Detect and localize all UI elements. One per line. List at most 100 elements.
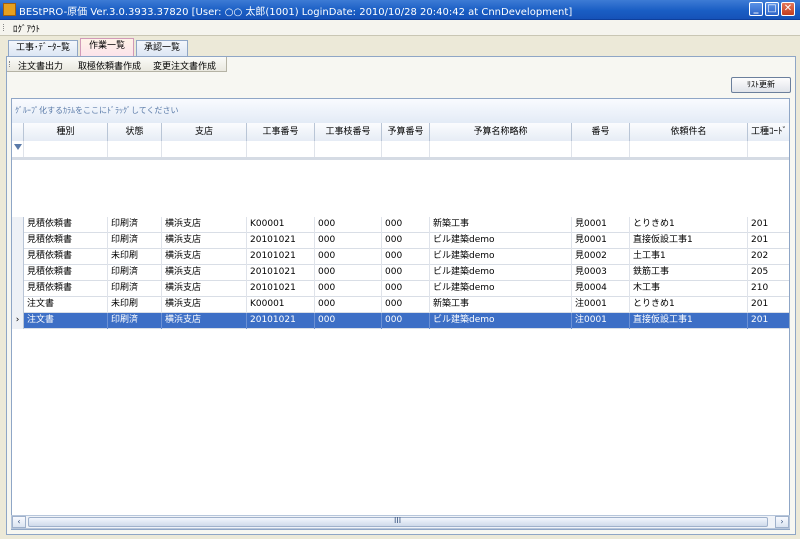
action-toolbar: 注文書出力 取極依頼書作成 変更注文書作成: [7, 57, 227, 72]
cell-project-number: 20101021: [247, 249, 315, 265]
column-header-work-type-code[interactable]: 工種ｺｰﾄﾞ: [748, 123, 789, 141]
grid-header: 種別 状態 支店 工事番号 工事枝番号 予算番号 予算名称略称 番号 依頼件名 …: [12, 123, 789, 142]
row-selector[interactable]: [12, 217, 24, 233]
column-header-project-number[interactable]: 工事番号: [247, 123, 315, 141]
cell-project-sub-number: 000: [315, 265, 382, 281]
column-header-status[interactable]: 状態: [108, 123, 162, 141]
cell-work-type-code: 202: [748, 249, 789, 265]
row-selector[interactable]: [12, 233, 24, 249]
table-row[interactable]: 見積依頼書 未印刷 横浜支店 20101021 000 000 ビル建築demo…: [12, 249, 789, 265]
tab-approval-list[interactable]: 承認一覧: [136, 40, 188, 56]
filter-cell-request-title[interactable]: [630, 141, 748, 157]
cell-number: 注0001: [572, 297, 630, 313]
menu-bar: ﾛｸﾞｱｳﾄ: [0, 20, 800, 36]
filter-cell-budget-name[interactable]: [430, 141, 572, 157]
filter-cell-number[interactable]: [572, 141, 630, 157]
table-row[interactable]: 見積依頼書 印刷済 横浜支店 K00001 000 000 新築工事 見0001…: [12, 217, 789, 233]
cell-project-sub-number: 000: [315, 313, 382, 329]
change-order-create-button[interactable]: 変更注文書作成: [153, 59, 216, 72]
cell-budget-name: 新築工事: [430, 297, 572, 313]
cell-request-title: 木工事: [630, 281, 748, 297]
cell-project-number: 20101021: [247, 281, 315, 297]
cell-number: 見0004: [572, 281, 630, 297]
group-by-area[interactable]: ｸﾞﾙｰﾌﾟ化するｶﾗﾑをここにﾄﾞﾗｯｸﾞしてください: [12, 99, 789, 124]
filter-cell-status[interactable]: [108, 141, 162, 157]
cell-budget-name: ビル建築demo: [430, 313, 572, 329]
work-list-panel: 注文書出力 取極依頼書作成 変更注文書作成 ﾘｽﾄ更新 ｸﾞﾙｰﾌﾟ化するｶﾗﾑ…: [6, 56, 796, 535]
cell-number: 見0001: [572, 233, 630, 249]
order-output-button[interactable]: 注文書出力: [18, 59, 63, 72]
cell-work-type-code: 205: [748, 265, 789, 281]
logout-menu-item[interactable]: ﾛｸﾞｱｳﾄ: [13, 22, 40, 35]
table-row[interactable]: 見積依頼書 印刷済 横浜支店 20101021 000 000 ビル建築demo…: [12, 281, 789, 297]
scroll-left-icon[interactable]: ‹: [12, 516, 26, 528]
cell-project-number: K00001: [247, 297, 315, 313]
row-indicator-icon[interactable]: ›: [12, 313, 24, 329]
filter-icon-cell[interactable]: [12, 141, 24, 157]
tab-work-list[interactable]: 作業一覧: [80, 38, 134, 56]
cell-type: 見積依頼書: [24, 233, 108, 249]
cell-branch: 横浜支店: [162, 281, 247, 297]
cell-work-type-code: 201: [748, 297, 789, 313]
scroll-thumb[interactable]: III: [28, 516, 768, 527]
row-selector[interactable]: [12, 281, 24, 297]
row-selector[interactable]: [12, 249, 24, 265]
minimize-button[interactable]: _: [749, 2, 763, 16]
table-row[interactable]: 注文書 未印刷 横浜支店 K00001 000 000 新築工事 注0001 と…: [12, 297, 789, 313]
cell-branch: 横浜支店: [162, 297, 247, 313]
cell-request-title: とりきめ1: [630, 217, 748, 233]
cell-branch: 横浜支店: [162, 265, 247, 281]
row-selector[interactable]: [12, 265, 24, 281]
table-row-selected[interactable]: › 注文書 印刷済 横浜支店 20101021 000 000 ビル建築demo…: [12, 313, 789, 329]
cell-status: 印刷済: [108, 313, 162, 329]
header-row-selector: [12, 123, 24, 141]
cell-number: 見0001: [572, 217, 630, 233]
cell-project-number: 20101021: [247, 313, 315, 329]
refresh-list-button[interactable]: ﾘｽﾄ更新: [731, 77, 791, 93]
cell-status: 未印刷: [108, 297, 162, 313]
toolbar-grip-icon: [9, 61, 13, 67]
column-header-number[interactable]: 番号: [572, 123, 630, 141]
cell-number: 見0003: [572, 265, 630, 281]
filter-cell-project-number[interactable]: [247, 141, 315, 157]
column-header-budget-name[interactable]: 予算名称略称: [430, 123, 572, 141]
filter-cell-work-type-code[interactable]: [748, 141, 789, 157]
cell-project-number: 20101021: [247, 265, 315, 281]
maximize-button[interactable]: □: [765, 2, 779, 16]
filter-cell-branch[interactable]: [162, 141, 247, 157]
filter-cell-project-sub-number[interactable]: [315, 141, 382, 157]
column-header-branch[interactable]: 支店: [162, 123, 247, 141]
window-title: BEStPRO-原価 Ver.3.0.3933.37820 [User: ○○ …: [19, 7, 573, 18]
column-header-request-title[interactable]: 依頼件名: [630, 123, 748, 141]
cell-type: 見積依頼書: [24, 281, 108, 297]
cell-work-type-code: 201: [748, 233, 789, 249]
cell-branch: 横浜支店: [162, 313, 247, 329]
cell-request-title: 直接仮設工事1: [630, 233, 748, 249]
table-row[interactable]: 見積依頼書 印刷済 横浜支店 20101021 000 000 ビル建築demo…: [12, 265, 789, 281]
filter-cell-type[interactable]: [24, 141, 108, 157]
close-button[interactable]: ✕: [781, 2, 795, 16]
cell-budget-number: 000: [382, 265, 430, 281]
cell-project-sub-number: 000: [315, 233, 382, 249]
cell-budget-name: ビル建築demo: [430, 281, 572, 297]
cell-project-number: K00001: [247, 217, 315, 233]
cell-budget-number: 000: [382, 313, 430, 329]
column-header-project-sub-number[interactable]: 工事枝番号: [315, 123, 382, 141]
cell-branch: 横浜支店: [162, 249, 247, 265]
column-header-budget-number[interactable]: 予算番号: [382, 123, 430, 141]
cell-number: 見0002: [572, 249, 630, 265]
request-create-button[interactable]: 取極依頼書作成: [78, 59, 141, 72]
tab-construction-data[interactable]: 工事･ﾃﾞｰﾀｰ覧: [8, 40, 78, 56]
row-selector[interactable]: [12, 297, 24, 313]
cell-project-sub-number: 000: [315, 249, 382, 265]
cell-project-number: 20101021: [247, 233, 315, 249]
table-row[interactable]: 見積依頼書 印刷済 横浜支店 20101021 000 000 ビル建築demo…: [12, 233, 789, 249]
scroll-right-icon[interactable]: ›: [775, 516, 789, 528]
cell-budget-name: ビル建築demo: [430, 233, 572, 249]
cell-type: 見積依頼書: [24, 265, 108, 281]
cell-work-type-code: 201: [748, 217, 789, 233]
filter-cell-budget-number[interactable]: [382, 141, 430, 157]
column-header-type[interactable]: 種別: [24, 123, 108, 141]
cell-type: 見積依頼書: [24, 249, 108, 265]
horizontal-scrollbar[interactable]: ‹ III ›: [11, 515, 790, 529]
